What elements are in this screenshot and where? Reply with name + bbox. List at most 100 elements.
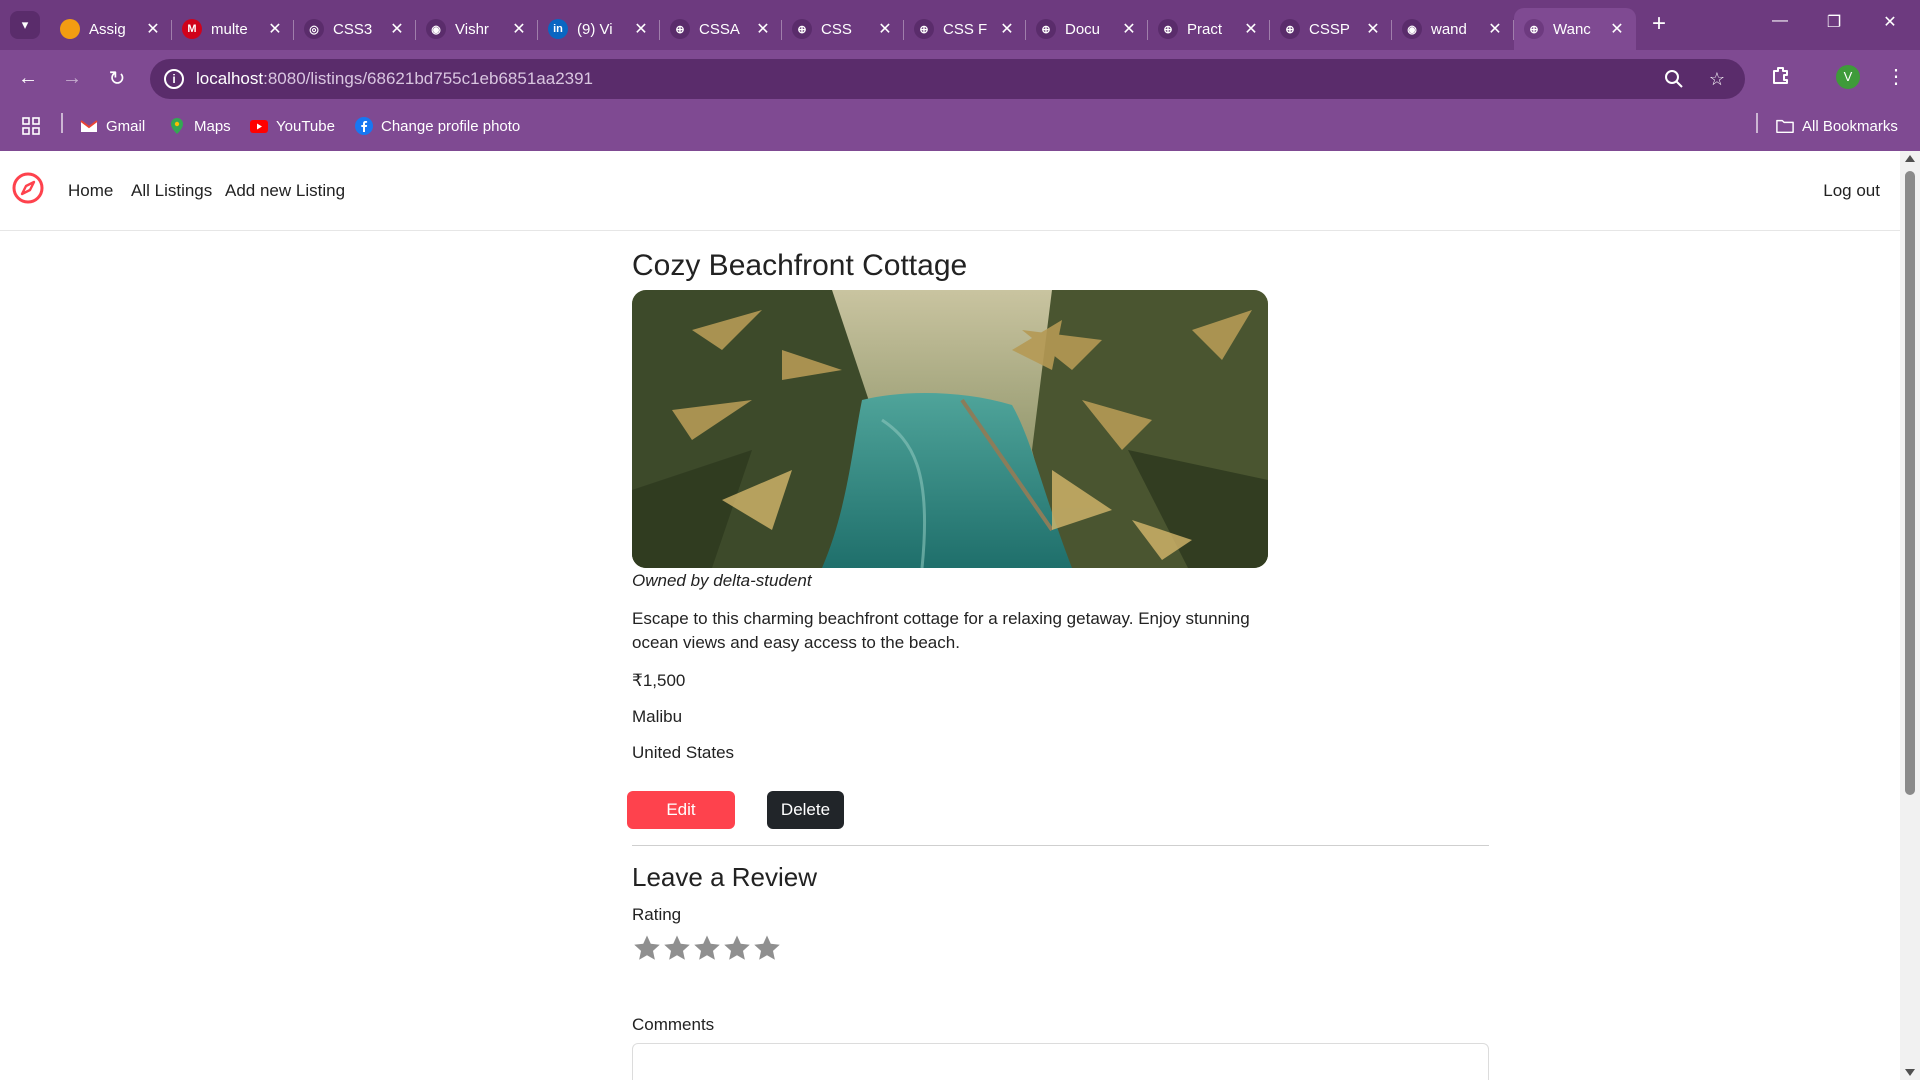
star-icon[interactable] — [752, 933, 782, 963]
comments-label: Comments — [632, 1015, 715, 1034]
globe-icon: ⊕ — [1524, 19, 1544, 39]
star-icon[interactable] — [632, 933, 662, 963]
assignment-icon — [60, 19, 80, 39]
bookmark-gmail[interactable]: Gmail — [80, 117, 145, 135]
apps-grid-icon[interactable] — [22, 117, 40, 135]
bookmark-youtube[interactable]: YouTube — [250, 117, 335, 135]
tab-title: Pract — [1187, 20, 1223, 38]
star-icon[interactable] — [722, 933, 752, 963]
tab-close-icon[interactable]: ✕ — [1120, 19, 1138, 39]
browser-chrome: ▾ Assig ✕ Mmulte ✕ ◎ CSS3 ✕ ◉ Vishr ✕ in (9) Vi ✕ ⊕ CS… — [0, 0, 1920, 151]
browser-menu-icon[interactable]: ⋮ — [1886, 64, 1906, 89]
bookmarks-bar: Gmail Maps YouTube Change profile photo … — [0, 106, 1920, 151]
forward-button[interactable]: → — [58, 64, 86, 92]
bookmark-change-profile-photo[interactable]: Change profile photo — [355, 117, 520, 135]
tab-title: CSS F — [943, 20, 988, 38]
address-bar[interactable]: i localhost:8080/listings/68621bd755c1eb… — [150, 59, 1745, 99]
compass-logo-icon[interactable] — [12, 172, 44, 204]
globe-icon: ⊕ — [670, 19, 690, 39]
browser-tab[interactable]: Assig ✕ — [50, 8, 172, 50]
folder-icon — [1776, 117, 1794, 135]
restore-button[interactable]: ❐ — [1822, 12, 1846, 32]
nav-add-listing-link[interactable]: Add new Listing — [225, 181, 345, 201]
browser-tab[interactable]: ⊕ Pract ✕ — [1148, 8, 1270, 50]
tab-close-icon[interactable]: ✕ — [632, 19, 650, 39]
scroll-down-arrow[interactable] — [1905, 1069, 1915, 1076]
gmail-icon — [80, 117, 98, 135]
url-text[interactable]: localhost:8080/listings/68621bd755c1eb68… — [196, 69, 593, 89]
star-icon[interactable] — [662, 933, 692, 963]
site-info-icon[interactable]: i — [164, 69, 184, 89]
tab-title: CSS3 — [333, 20, 373, 38]
tab-close-icon[interactable]: ✕ — [998, 19, 1016, 39]
globe-icon: ⊕ — [1280, 19, 1300, 39]
star-rating[interactable] — [632, 933, 1492, 963]
tab-search-button[interactable]: ▾ — [10, 11, 40, 39]
browser-tab[interactable]: Mmulte ✕ — [172, 8, 294, 50]
browser-tab[interactable]: ⊕ CSSP ✕ — [1270, 8, 1392, 50]
edit-button[interactable]: Edit — [627, 791, 735, 829]
linkedin-icon: in — [548, 19, 568, 39]
minimize-button[interactable]: — — [1768, 12, 1792, 30]
browser-tab[interactable]: ◉ wand ✕ — [1392, 8, 1514, 50]
browser-tab[interactable]: ◎ CSS3 ✕ — [294, 8, 416, 50]
bookmark-maps[interactable]: Maps — [168, 117, 231, 135]
url-host: localhost — [196, 69, 264, 88]
tab-title: Wanc — [1553, 20, 1591, 38]
close-window-button[interactable]: ✕ — [1878, 12, 1902, 32]
extensions-icon[interactable] — [1770, 64, 1792, 92]
new-tab-button[interactable]: + — [1652, 12, 1666, 36]
page-scrollbar[interactable] — [1900, 151, 1920, 1080]
profile-avatar[interactable]: V — [1836, 65, 1860, 89]
delete-button[interactable]: Delete — [767, 791, 844, 829]
youtube-icon — [250, 117, 268, 135]
listing-actions: Edit Delete — [627, 791, 1492, 829]
listing-description: Escape to this charming beachfront cotta… — [632, 609, 1250, 652]
nav-home-link[interactable]: Home — [68, 181, 113, 201]
listing-owner: Owned by delta-student — [632, 571, 812, 590]
tab-close-icon[interactable]: ✕ — [388, 19, 406, 39]
tab-close-icon[interactable]: ✕ — [1364, 19, 1382, 39]
star-icon[interactable] — [692, 933, 722, 963]
maps-icon — [168, 117, 186, 135]
tab-title: multe — [211, 20, 248, 38]
tab-close-icon[interactable]: ✕ — [876, 19, 894, 39]
tab-title: (9) Vi — [577, 20, 613, 38]
all-bookmarks-button[interactable]: All Bookmarks — [1776, 117, 1898, 135]
tab-title: Assig — [89, 20, 126, 38]
tab-close-icon[interactable]: ✕ — [754, 19, 772, 39]
chatgpt-icon: ◎ — [304, 19, 324, 39]
tab-close-icon[interactable]: ✕ — [1608, 19, 1626, 39]
browser-tab[interactable]: ◉ Vishr ✕ — [416, 8, 538, 50]
tab-close-icon[interactable]: ✕ — [510, 19, 528, 39]
comment-textarea[interactable] — [632, 1043, 1489, 1080]
scrollbar-thumb[interactable] — [1905, 171, 1915, 795]
browser-tab[interactable]: ⊕ Wanc ✕ — [1514, 8, 1636, 50]
tab-close-icon[interactable]: ✕ — [1486, 19, 1504, 39]
reload-button[interactable]: ↻ — [103, 64, 131, 92]
tab-title: CSSA — [699, 20, 740, 38]
bookmark-star-icon[interactable]: ☆ — [1705, 67, 1729, 91]
tab-close-icon[interactable]: ✕ — [1242, 19, 1260, 39]
bookmarks-divider — [1756, 113, 1758, 133]
back-button[interactable]: ← — [14, 64, 42, 92]
nav-all-listings-link[interactable]: All Listings — [131, 181, 212, 201]
section-divider — [632, 845, 1489, 846]
browser-tab[interactable]: in (9) Vi ✕ — [538, 8, 660, 50]
tab-close-icon[interactable]: ✕ — [266, 19, 284, 39]
browser-tab[interactable]: ⊕ CSS ✕ — [782, 8, 904, 50]
globe-icon: ⊕ — [1036, 19, 1056, 39]
browser-tab[interactable]: ⊕ CSSA ✕ — [660, 8, 782, 50]
bookmark-label: Maps — [194, 117, 231, 135]
nav-logout-link[interactable]: Log out — [1823, 181, 1880, 201]
listing-title: Cozy Beachfront Cottage — [632, 249, 968, 282]
scroll-up-arrow[interactable] — [1905, 155, 1915, 162]
browser-tab[interactable]: ⊕ CSS F ✕ — [904, 8, 1026, 50]
listing-location: Malibu — [632, 707, 683, 726]
zoom-icon[interactable] — [1662, 67, 1686, 91]
tab-title: CSS — [821, 20, 852, 38]
tab-close-icon[interactable]: ✕ — [144, 19, 162, 39]
browser-tab[interactable]: ⊕ Docu ✕ — [1026, 8, 1148, 50]
globe-icon: ⊕ — [792, 19, 812, 39]
bookmarks-divider — [61, 113, 63, 133]
